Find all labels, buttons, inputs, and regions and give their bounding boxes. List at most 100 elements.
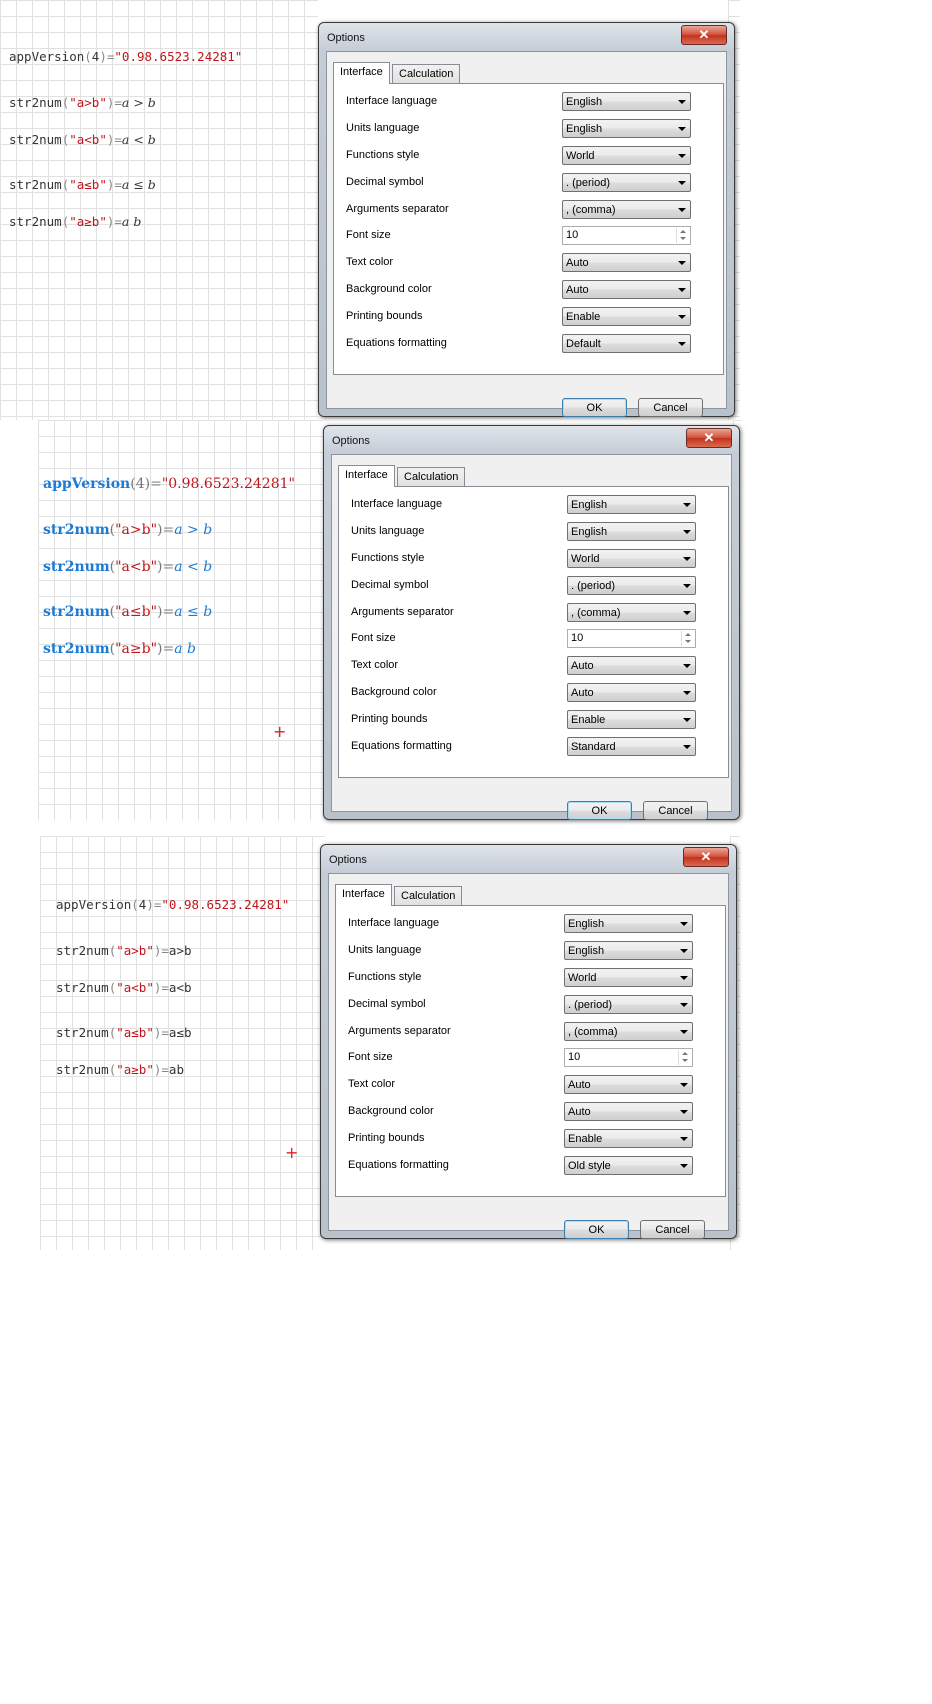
decimal-symbol-select[interactable]: . (period) <box>562 173 691 192</box>
label-interface-language: Interface language <box>348 917 440 929</box>
tab-interface[interactable]: Interface <box>338 465 395 487</box>
spin-buttons[interactable] <box>681 631 694 646</box>
background-color-select[interactable]: Auto <box>567 683 696 702</box>
ws1-line-3[interactable]: str2num("a≤b")=a ≤ b <box>9 177 156 192</box>
ws1-line-2[interactable]: str2num("a<b")=a < b <box>9 132 156 147</box>
cancel-button[interactable]: Cancel <box>643 801 708 820</box>
chevron-down-icon <box>683 718 691 722</box>
close-icon: ✕ <box>703 430 715 445</box>
equals-sign: = <box>162 641 175 657</box>
text-color-select[interactable]: Auto <box>567 656 696 675</box>
ok-button[interactable]: OK <box>562 398 627 417</box>
dialog-client-area: Interface Calculation Interface language… <box>326 51 727 417</box>
interface-language-select[interactable]: English <box>564 914 693 933</box>
tab-calculation[interactable]: Calculation <box>397 467 466 487</box>
chevron-down-icon <box>678 127 686 131</box>
ws3-line-1[interactable]: str2num("a>b")=a>b <box>56 943 192 958</box>
cancel-button[interactable]: Cancel <box>640 1220 705 1239</box>
font-size-stepper[interactable]: 10 <box>562 226 691 245</box>
equations-formatting-select[interactable]: Default <box>562 334 691 353</box>
function-name: str2num <box>43 559 110 575</box>
font-size-stepper[interactable]: 10 <box>564 1048 693 1067</box>
function-name: str2num <box>56 1062 109 1077</box>
result: a≤b <box>168 1025 192 1040</box>
arrow-down-icon <box>682 1059 688 1062</box>
result: a > b <box>174 522 213 538</box>
units-language-select[interactable]: English <box>567 522 696 541</box>
close-button[interactable]: ✕ <box>686 428 732 448</box>
equations-formatting-select[interactable]: Standard <box>567 737 696 756</box>
dialog-client-area: Interface Calculation Interface language… <box>331 454 732 820</box>
printing-bounds-select[interactable]: Enable <box>562 307 691 326</box>
ws3-line-0[interactable]: appVersion(4)="0.98.6523.24281" <box>56 897 289 912</box>
functions-style-select[interactable]: World <box>562 146 691 165</box>
arrow-down-icon <box>685 640 691 643</box>
units-language-select[interactable]: English <box>564 941 693 960</box>
tab-interface[interactable]: Interface <box>335 884 392 906</box>
ws2-line-1[interactable]: str2num("a>b")=a > b <box>43 522 212 538</box>
chevron-down-icon <box>678 261 686 265</box>
tab-calculation[interactable]: Calculation <box>394 886 463 906</box>
select-value: . (period) <box>568 999 613 1011</box>
printing-bounds-select[interactable]: Enable <box>567 710 696 729</box>
text-color-select[interactable]: Auto <box>564 1075 693 1094</box>
stepper-value: 10 <box>568 1051 581 1063</box>
ws2-line-0[interactable]: appVersion(4)="0.98.6523.24281" <box>43 476 295 492</box>
select-value: Default <box>566 338 601 350</box>
argument: "a≥b" <box>115 641 158 657</box>
result: a > b <box>121 95 156 110</box>
equals-sign: = <box>114 177 122 192</box>
result: a<b <box>168 980 192 995</box>
close-button[interactable]: ✕ <box>681 25 727 45</box>
equals-sign: = <box>162 604 175 620</box>
functions-style-select[interactable]: World <box>564 968 693 987</box>
ws3-line-2[interactable]: str2num("a<b")=a<b <box>56 980 192 995</box>
ok-button[interactable]: OK <box>567 801 632 820</box>
printing-bounds-select[interactable]: Enable <box>564 1129 693 1148</box>
label-font-size: Font size <box>348 1051 393 1063</box>
stepper-value: 10 <box>571 632 584 644</box>
decimal-symbol-select[interactable]: . (period) <box>567 576 696 595</box>
tab-calculation[interactable]: Calculation <box>392 64 461 84</box>
interface-language-select[interactable]: English <box>567 495 696 514</box>
close-button[interactable]: ✕ <box>683 847 729 867</box>
spin-buttons[interactable] <box>676 228 689 243</box>
arguments-separator-select[interactable]: , (comma) <box>562 200 691 219</box>
close-icon: ✕ <box>700 849 712 864</box>
label-equations-formatting: Equations formatting <box>351 740 452 752</box>
font-size-stepper[interactable]: 10 <box>567 629 696 648</box>
argument: "a≥b" <box>69 214 107 229</box>
ws1-line-0[interactable]: appVersion(4)="0.98.6523.24281" <box>9 49 242 64</box>
ws2-line-3[interactable]: str2num("a≤b")=a ≤ b <box>43 604 212 620</box>
label-units-language: Units language <box>348 944 422 956</box>
ws1-line-1[interactable]: str2num("a>b")=a > b <box>9 95 156 110</box>
decimal-symbol-select[interactable]: . (period) <box>564 995 693 1014</box>
background-color-select[interactable]: Auto <box>564 1102 693 1121</box>
ws1-line-4[interactable]: str2num("a≥b")=a b <box>9 214 141 229</box>
select-value: World <box>566 150 595 162</box>
ws2-line-2[interactable]: str2num("a<b")=a < b <box>43 559 212 575</box>
cancel-button[interactable]: Cancel <box>638 398 703 417</box>
label-interface-language: Interface language <box>346 95 438 107</box>
chevron-down-icon <box>678 100 686 104</box>
ok-button[interactable]: OK <box>564 1220 629 1239</box>
ws2-line-4[interactable]: str2num("a≥b")=a b <box>43 641 196 657</box>
units-language-select[interactable]: English <box>562 119 691 138</box>
function-name: appVersion <box>9 49 85 64</box>
label-equations-formatting: Equations formatting <box>346 337 447 349</box>
spin-buttons[interactable] <box>678 1050 691 1065</box>
background-color-select[interactable]: Auto <box>562 280 691 299</box>
text-color-select[interactable]: Auto <box>562 253 691 272</box>
ws3-line-4[interactable]: str2num("a≥b")=ab <box>56 1062 184 1077</box>
equations-formatting-select[interactable]: Old style <box>564 1156 693 1175</box>
chevron-down-icon <box>678 154 686 158</box>
arguments-separator-select[interactable]: , (comma) <box>567 603 696 622</box>
function-name: str2num <box>56 1025 109 1040</box>
chevron-down-icon <box>678 181 686 185</box>
tab-interface[interactable]: Interface <box>333 62 390 84</box>
arguments-separator-select[interactable]: , (comma) <box>564 1022 693 1041</box>
ws3-line-3[interactable]: str2num("a≤b")=a≤b <box>56 1025 192 1040</box>
interface-language-select[interactable]: English <box>562 92 691 111</box>
functions-style-select[interactable]: World <box>567 549 696 568</box>
result: a b <box>174 641 196 657</box>
